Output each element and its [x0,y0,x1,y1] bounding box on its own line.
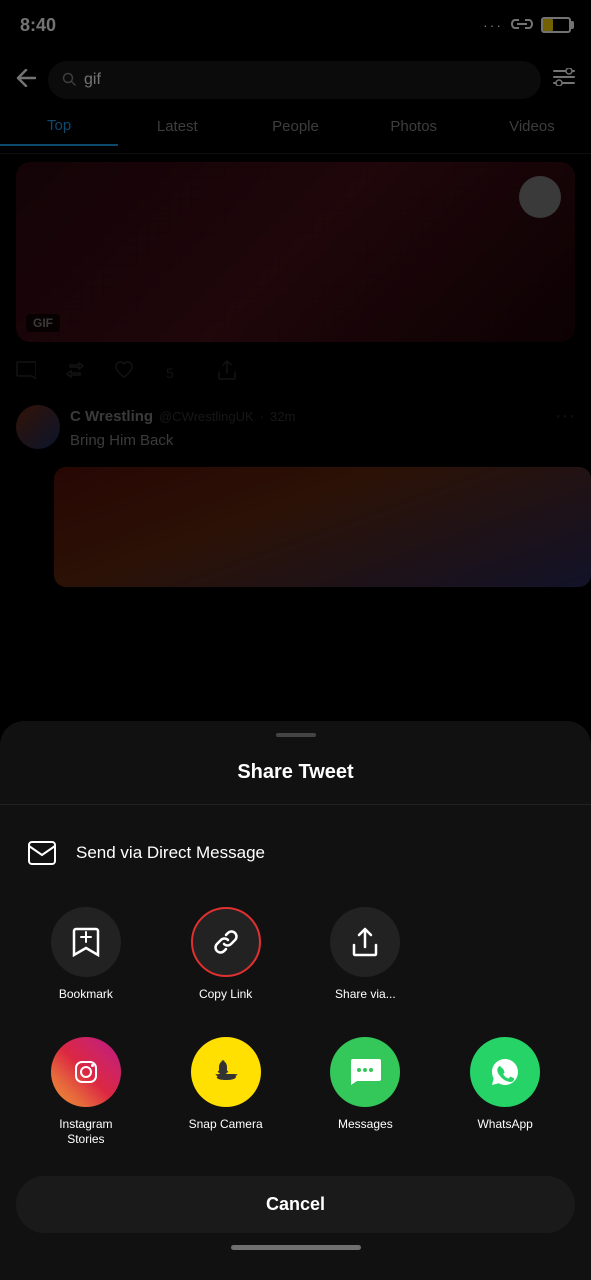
sheet-divider [0,804,591,805]
home-indicator [231,1245,361,1250]
messages-label: Messages [338,1117,393,1133]
bookmark-circle [51,907,121,977]
share-via-circle [330,907,400,977]
dm-row[interactable]: Send via Direct Message [0,821,591,885]
share-via-action[interactable]: Share via... [296,895,436,1015]
sheet-title: Share Tweet [0,745,591,804]
messages-circle [330,1037,400,1107]
instagram-label: Instagram Stories [59,1117,112,1148]
cancel-button[interactable]: Cancel [16,1176,575,1233]
instagram-circle [51,1037,121,1107]
dm-icon [24,835,60,871]
copy-link-circle [191,907,261,977]
share-via-label: Share via... [335,987,396,1003]
snapchat-action[interactable]: Snap Camera [156,1025,296,1160]
whatsapp-action[interactable]: WhatsApp [435,1025,575,1160]
bookmark-label: Bookmark [59,987,113,1003]
instagram-action[interactable]: Instagram Stories [16,1025,156,1160]
bottom-sheet: Share Tweet Send via Direct Message Book… [0,721,591,1280]
copy-link-action[interactable]: Copy Link [156,895,296,1015]
messages-action[interactable]: Messages [296,1025,436,1160]
apps-grid: Instagram Stories Snap Camera [0,1015,591,1160]
dm-label: Send via Direct Message [76,843,265,863]
actions-grid: Bookmark Copy Link Share via... [0,885,591,1015]
whatsapp-circle [470,1037,540,1107]
sheet-handle [276,733,316,737]
snapchat-circle [191,1037,261,1107]
snapchat-label: Snap Camera [189,1117,263,1133]
bookmark-action[interactable]: Bookmark [16,895,156,1015]
copy-link-label: Copy Link [199,987,252,1003]
whatsapp-label: WhatsApp [477,1117,532,1133]
